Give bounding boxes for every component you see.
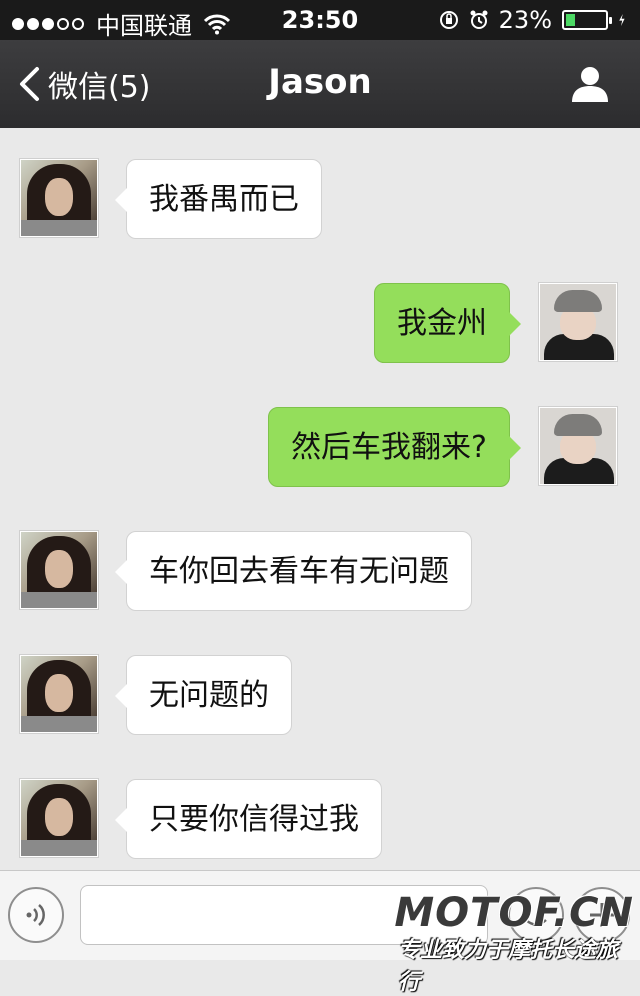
charging-icon	[619, 14, 625, 26]
message-bubble-incoming[interactable]: 无问题的	[115, 655, 292, 735]
back-button[interactable]: 微信(5)	[18, 62, 151, 106]
alarm-icon	[470, 10, 488, 29]
message-row: 我金州	[0, 282, 640, 364]
back-label: 微信(5)	[48, 70, 151, 105]
message-row: 无问题的	[0, 654, 640, 736]
message-bubble-incoming[interactable]: 我番禺而已	[115, 159, 322, 239]
battery-percent: 23%	[498, 6, 552, 34]
nav-bar: 微信(5) Jason	[0, 40, 640, 128]
emoji-icon	[525, 908, 547, 926]
avatar-contact[interactable]	[19, 530, 99, 610]
emoji-button[interactable]	[508, 887, 564, 943]
voice-button[interactable]	[8, 887, 64, 943]
voice-icon	[26, 904, 45, 926]
battery-level	[566, 14, 575, 26]
message-bubble-incoming[interactable]: 只要你信得过我	[115, 779, 382, 859]
message-row: 车你回去看车有无问题	[0, 530, 640, 612]
message-row: 然后车我翻来?	[0, 406, 640, 488]
message-input[interactable]	[80, 885, 488, 945]
message-row: 我番禺而已	[0, 158, 640, 240]
plus-icon	[590, 903, 614, 927]
message-bubble-incoming[interactable]: 车你回去看车有无问题	[115, 531, 472, 611]
battery-icon	[562, 10, 612, 30]
message-row: 只要你信得过我	[0, 778, 640, 860]
message-bubble-outgoing[interactable]: 我金州	[374, 283, 521, 363]
avatar-contact[interactable]	[19, 654, 99, 734]
chevron-left-icon	[20, 67, 39, 101]
avatar-contact[interactable]	[19, 158, 99, 238]
status-bar: 中国联通 23:50 23%	[0, 0, 640, 40]
avatar-self[interactable]	[538, 406, 618, 486]
orientation-lock-icon	[439, 11, 458, 29]
status-right: 23%	[439, 6, 630, 34]
avatar-self[interactable]	[538, 282, 618, 362]
chat-area[interactable]: 我番禺而已 我金州 然后车我翻来? 车你回去看车有无问题 无问题的 只要你信得过…	[0, 128, 640, 870]
profile-icon[interactable]	[570, 64, 610, 104]
message-bubble-outgoing[interactable]: 然后车我翻来?	[268, 407, 521, 487]
plus-button[interactable]	[574, 887, 630, 943]
avatar-contact[interactable]	[19, 778, 99, 858]
input-bar	[0, 870, 640, 960]
